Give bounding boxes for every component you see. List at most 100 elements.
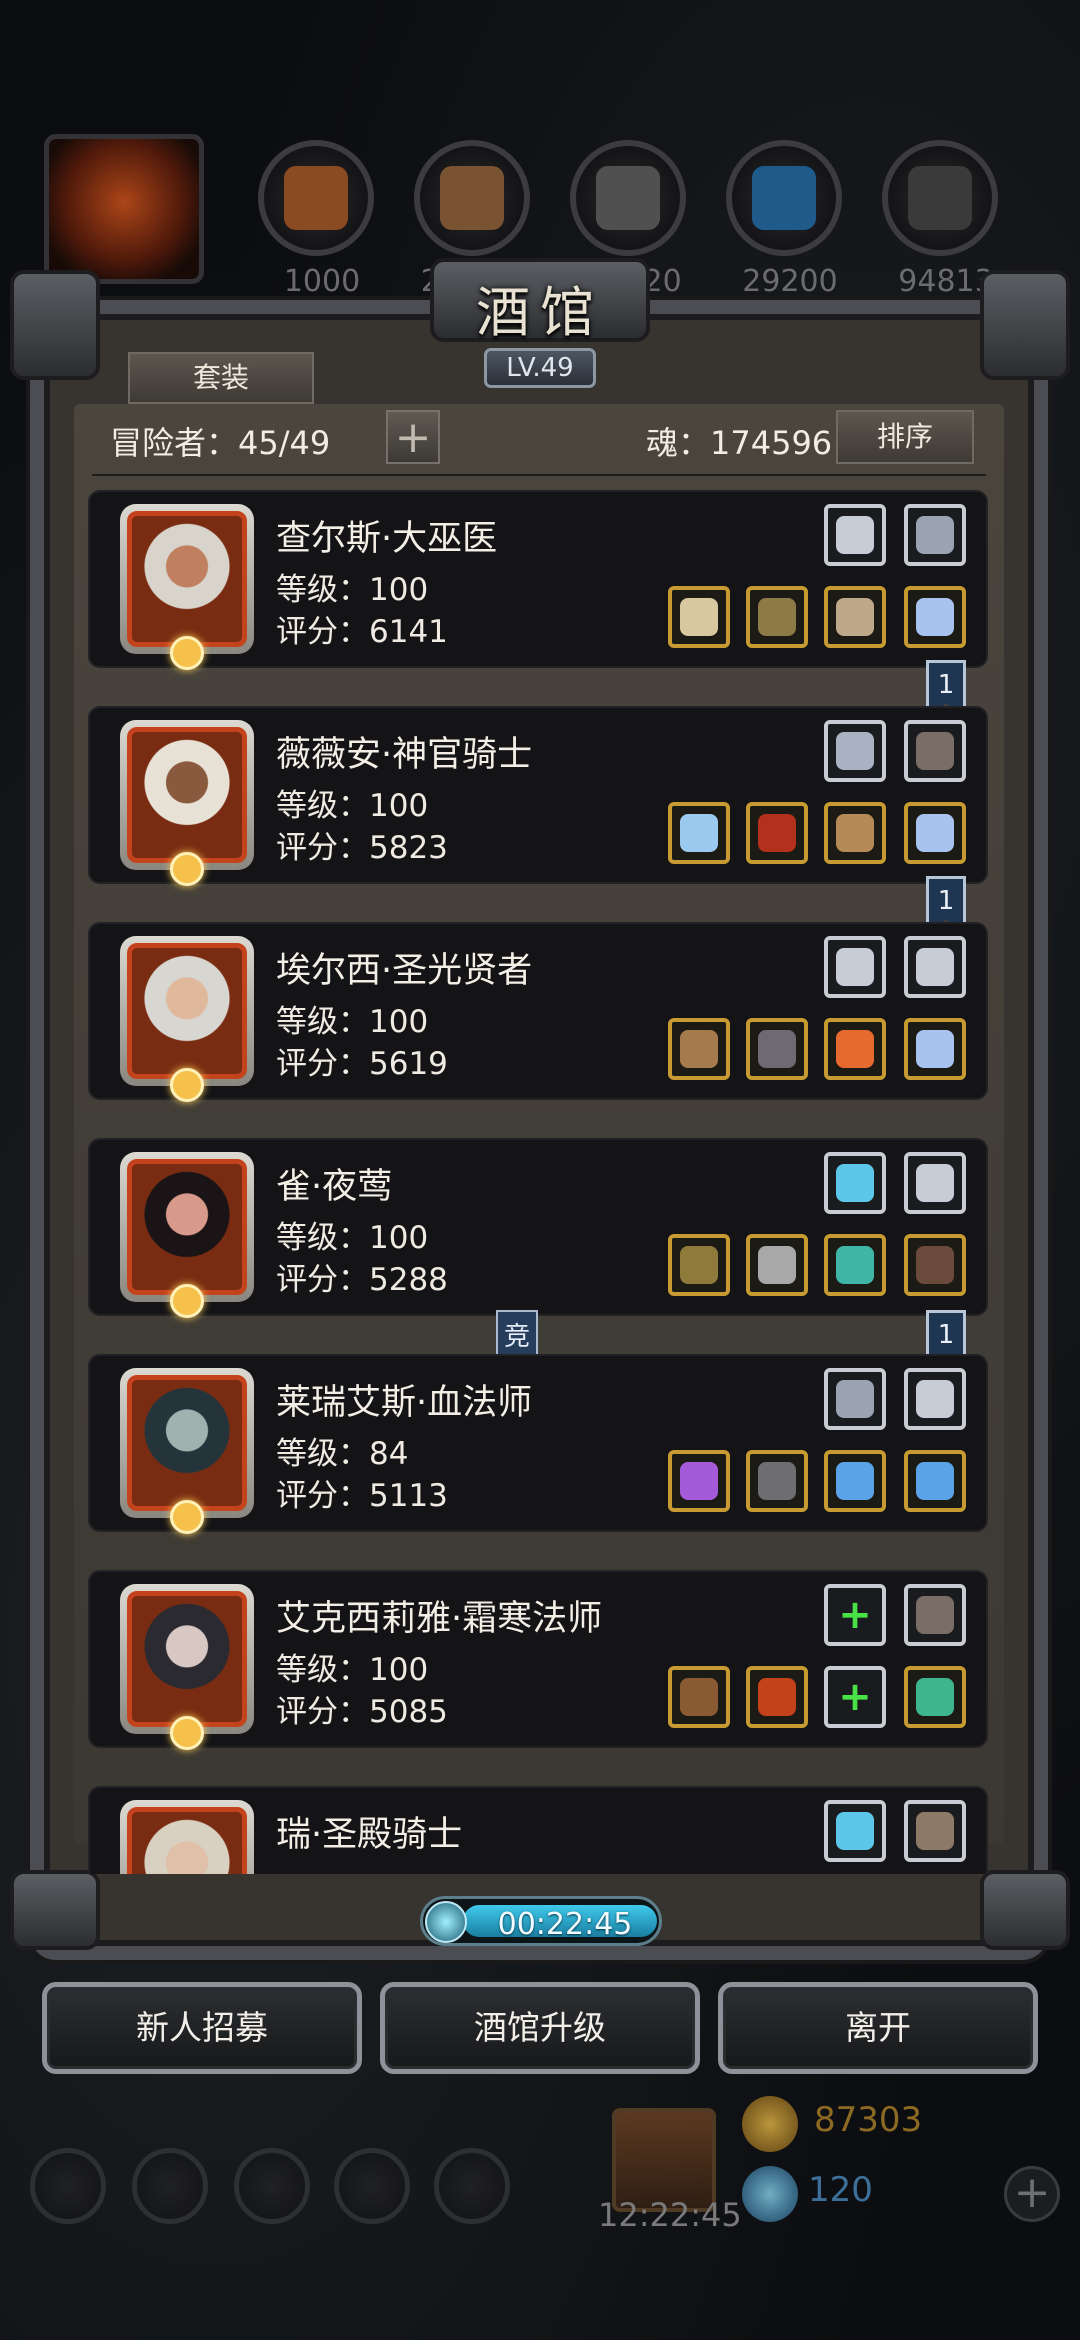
hero-card[interactable]: 薇薇安·神官骑士 等级：100 评分：5823 (88, 706, 988, 886)
hero-list[interactable]: 查尔斯·大巫医 等级：100 评分：6141 1 薇薇安·神官骑士 等级：100… (88, 490, 988, 1874)
tavern-level-badge: LV.49 (484, 348, 596, 388)
dagger-icon (916, 948, 954, 986)
equip-slot[interactable] (746, 1450, 808, 1512)
wand-icon (680, 1462, 718, 1500)
hero-portrait[interactable] (120, 1584, 254, 1750)
equip-slot[interactable] (746, 1666, 808, 1728)
soul-count: 魂：174596 (646, 424, 833, 462)
equip-slot[interactable] (904, 504, 966, 566)
empty-equip-slot[interactable]: + (824, 1584, 886, 1646)
axe-icon (916, 1812, 954, 1850)
equip-slot[interactable] (904, 1152, 966, 1214)
equip-slot[interactable] (904, 1800, 966, 1862)
staff-icon (680, 1678, 718, 1716)
equip-slot[interactable] (824, 586, 886, 648)
equip-slot[interactable] (668, 586, 730, 648)
equip-slot[interactable] (668, 1666, 730, 1728)
moon-icon (170, 1500, 204, 1534)
frame-ornament (10, 1870, 100, 1950)
book-icon (836, 732, 874, 770)
hero-card[interactable]: 查尔斯·大巫医 等级：100 评分：6141 (88, 490, 988, 670)
settings-icon[interactable] (30, 2148, 106, 2224)
dagger-icon (916, 1164, 954, 1202)
moon-icon (170, 1716, 204, 1750)
gem-amount: 120 (808, 2170, 873, 2210)
equip-slot[interactable] (824, 802, 886, 864)
equip-slot[interactable] (904, 720, 966, 782)
hero-card[interactable]: 艾克西莉雅·霜寒法师 等级：100 评分：5085 + + (88, 1570, 988, 1750)
equip-slot[interactable] (668, 802, 730, 864)
upgrade-tavern-button[interactable]: 酒馆升级 (380, 1982, 700, 2074)
equip-slot[interactable] (824, 1152, 886, 1214)
empty-equip-slot[interactable]: + (824, 1666, 886, 1728)
equip-slot[interactable] (904, 1234, 966, 1296)
hero-card[interactable]: 埃尔西·圣光贤者 等级：100 评分：5619 (88, 922, 988, 1102)
hero-card[interactable]: 雀·夜莺 等级：100 评分：5288 (88, 1138, 988, 1318)
ore-icon (908, 166, 972, 230)
hero-level: 等级：84 (276, 1436, 409, 1472)
gem-icon (916, 814, 954, 852)
add-adventurer-button[interactable]: + (386, 410, 440, 464)
panel-title: 酒馆 (476, 281, 604, 344)
guild-icon[interactable] (234, 2148, 310, 2224)
equip-slot[interactable] (904, 1368, 966, 1430)
resource-slot[interactable]: 205813 (414, 140, 535, 299)
resource-slot[interactable]: 94813 (882, 140, 998, 299)
outfit-button[interactable]: 套装 (128, 352, 314, 404)
red-hood-icon (758, 814, 796, 852)
gauntlet-icon (836, 1812, 874, 1850)
map-icon[interactable] (434, 2148, 510, 2224)
equip-slot[interactable] (668, 1450, 730, 1512)
sort-button[interactable]: 排序 (836, 410, 974, 464)
divider (92, 474, 986, 476)
hero-portrait[interactable] (120, 936, 254, 1102)
equip-slot[interactable] (746, 586, 808, 648)
equip-slot[interactable] (904, 802, 966, 864)
iron-icon (596, 166, 660, 230)
equip-slot[interactable] (824, 1368, 886, 1430)
plus-icon: + (838, 1592, 872, 1638)
equip-slot[interactable] (904, 586, 966, 648)
equip-slot[interactable] (904, 1450, 966, 1512)
resource-slot[interactable]: 1000 (258, 140, 374, 299)
hero-card[interactable]: 莱瑞艾斯·血法师 等级：84 评分：5113 (88, 1354, 988, 1534)
equip-slot[interactable] (824, 720, 886, 782)
hero-name: 雀·夜莺 (276, 1167, 393, 1207)
equip-slot[interactable] (904, 1584, 966, 1646)
equip-slot[interactable] (746, 802, 808, 864)
resource-slot[interactable]: 29520 (570, 140, 686, 299)
equip-slot[interactable] (824, 1800, 886, 1862)
resource-slot[interactable]: 29200 (726, 140, 842, 299)
equip-slot[interactable] (904, 1666, 966, 1728)
hero-card[interactable]: 瑞·圣殿骑士 (88, 1786, 988, 1874)
hero-portrait[interactable] (120, 1152, 254, 1318)
add-currency-button[interactable]: + (1004, 2166, 1060, 2222)
moon-icon (170, 852, 204, 886)
equip-slot[interactable] (746, 1018, 808, 1080)
leave-button[interactable]: 离开 (718, 1982, 1038, 2074)
hero-portrait[interactable] (120, 1368, 254, 1534)
recruit-button[interactable]: 新人招募 (42, 1982, 362, 2074)
hero-portrait[interactable] (120, 504, 254, 670)
equip-slot[interactable] (668, 1018, 730, 1080)
dagger-icon (836, 948, 874, 986)
hero-portrait[interactable] (120, 1800, 254, 1874)
hero-portrait[interactable] (120, 720, 254, 886)
mail-icon[interactable] (334, 2148, 410, 2224)
gold-amount: 87303 (814, 2100, 923, 2140)
player-avatar[interactable] (44, 134, 204, 284)
clock-icon (425, 1901, 467, 1943)
ring-icon (916, 1678, 954, 1716)
equip-slot[interactable] (904, 1018, 966, 1080)
achievement-icon[interactable] (132, 2148, 208, 2224)
moon-icon (170, 636, 204, 670)
equip-slot[interactable] (824, 504, 886, 566)
equip-slot[interactable] (824, 936, 886, 998)
equip-slot[interactable] (668, 1234, 730, 1296)
timer-text: 00:22:45 (497, 1907, 633, 1942)
equip-slot[interactable] (746, 1234, 808, 1296)
equip-slot[interactable] (824, 1234, 886, 1296)
equip-slot[interactable] (824, 1018, 886, 1080)
equip-slot[interactable] (824, 1450, 886, 1512)
equip-slot[interactable] (904, 936, 966, 998)
